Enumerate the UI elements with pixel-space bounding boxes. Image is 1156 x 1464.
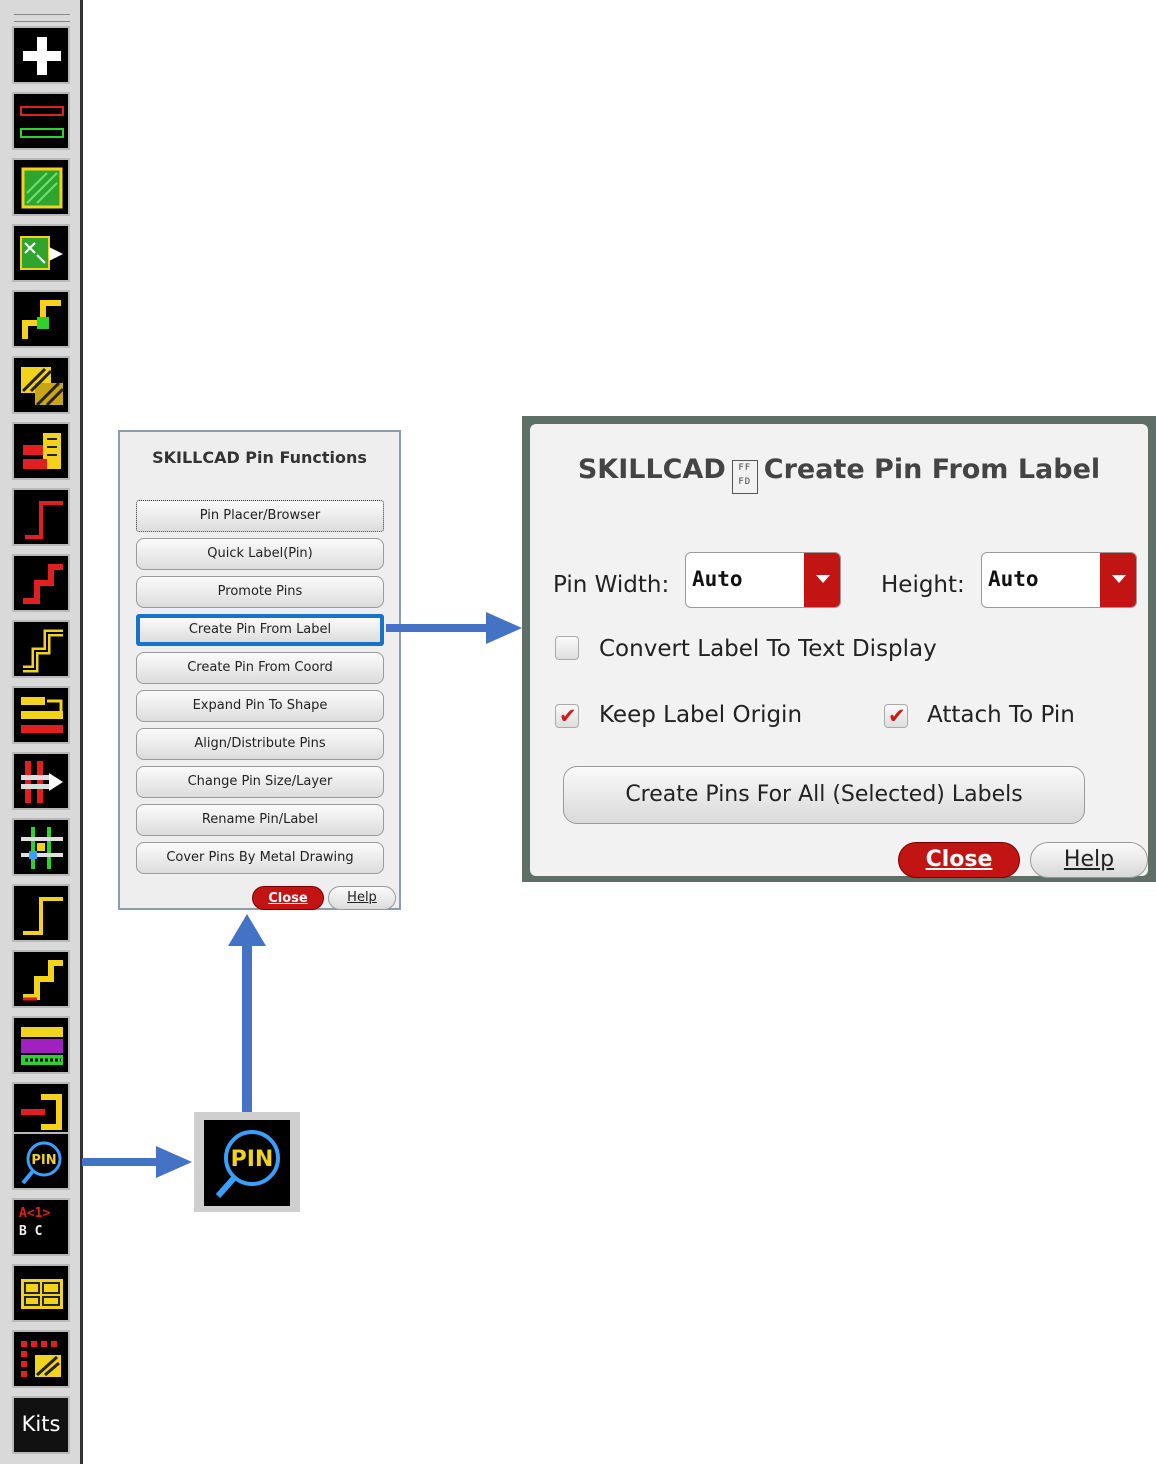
arrow-to-dialog-shaft xyxy=(386,624,488,632)
annotation-arrows xyxy=(82,612,522,1178)
arrow-to-zoom-shaft xyxy=(82,1158,158,1166)
arrow-to-menu-head xyxy=(228,914,266,946)
arrow-to-zoom-head xyxy=(156,1146,192,1178)
arrow-to-dialog-head xyxy=(486,612,522,644)
arrow-to-menu-shaft xyxy=(242,946,252,1112)
